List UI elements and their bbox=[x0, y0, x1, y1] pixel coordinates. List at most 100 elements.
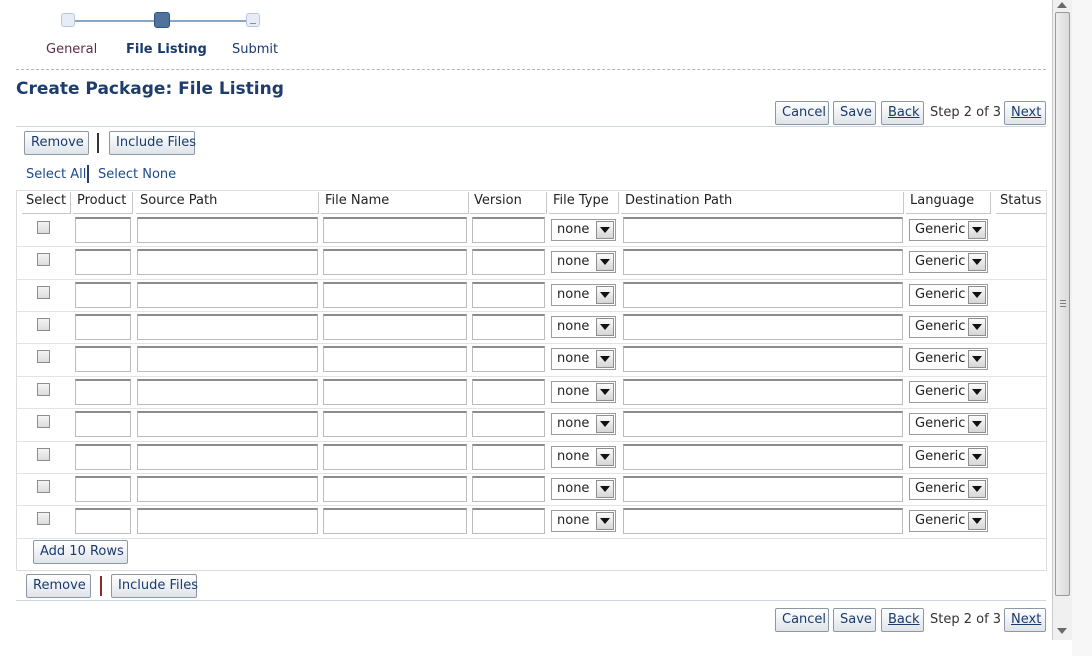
chevron-down-icon[interactable] bbox=[968, 480, 986, 498]
save-button-bottom[interactable]: Save bbox=[833, 608, 876, 632]
chevron-down-icon[interactable] bbox=[968, 512, 986, 530]
train-step-submit[interactable]: Submit bbox=[232, 42, 278, 57]
row-product-input[interactable] bbox=[75, 314, 131, 340]
row-version-input[interactable] bbox=[472, 508, 545, 534]
row-destination-path-input[interactable] bbox=[623, 346, 903, 372]
row-product-input[interactable] bbox=[75, 444, 131, 470]
row-destination-path-input[interactable] bbox=[623, 379, 903, 405]
train-step-submit-icon[interactable] bbox=[246, 13, 260, 27]
row-select-checkbox[interactable] bbox=[37, 286, 50, 299]
row-version-input[interactable] bbox=[472, 217, 545, 243]
chevron-down-icon[interactable] bbox=[596, 480, 614, 498]
select-none-link[interactable]: Select None bbox=[98, 167, 176, 182]
row-source-path-input[interactable] bbox=[137, 411, 318, 437]
chevron-down-icon[interactable] bbox=[968, 350, 986, 368]
cancel-button-bottom[interactable]: Cancel bbox=[775, 608, 829, 632]
row-language-select[interactable]: Generic bbox=[909, 381, 988, 403]
row-select-checkbox[interactable] bbox=[37, 415, 50, 428]
row-file-type-select[interactable]: none bbox=[551, 446, 616, 468]
chevron-down-icon[interactable] bbox=[968, 448, 986, 466]
arrow-up-icon[interactable] bbox=[1057, 2, 1067, 8]
include-files-button-top[interactable]: Include Files bbox=[109, 131, 196, 155]
row-version-input[interactable] bbox=[472, 249, 545, 275]
row-file-type-select[interactable]: none bbox=[551, 348, 616, 370]
row-destination-path-input[interactable] bbox=[623, 444, 903, 470]
row-destination-path-input[interactable] bbox=[623, 249, 903, 275]
row-select-checkbox[interactable] bbox=[37, 512, 50, 525]
save-button-top[interactable]: Save bbox=[833, 101, 876, 125]
row-destination-path-input[interactable] bbox=[623, 411, 903, 437]
arrow-down-icon[interactable] bbox=[1057, 628, 1067, 634]
row-select-checkbox[interactable] bbox=[37, 448, 50, 461]
row-file-name-input[interactable] bbox=[323, 314, 467, 340]
row-version-input[interactable] bbox=[472, 411, 545, 437]
row-file-type-select[interactable]: none bbox=[551, 219, 616, 241]
row-product-input[interactable] bbox=[75, 379, 131, 405]
row-language-select[interactable]: Generic bbox=[909, 413, 988, 435]
chevron-down-icon[interactable] bbox=[596, 350, 614, 368]
chevron-down-icon[interactable] bbox=[596, 221, 614, 239]
chevron-down-icon[interactable] bbox=[968, 286, 986, 304]
row-source-path-input[interactable] bbox=[137, 314, 318, 340]
row-version-input[interactable] bbox=[472, 314, 545, 340]
row-file-type-select[interactable]: none bbox=[551, 510, 616, 532]
chevron-down-icon[interactable] bbox=[968, 383, 986, 401]
remove-button-top[interactable]: Remove bbox=[24, 131, 89, 155]
row-source-path-input[interactable] bbox=[137, 508, 318, 534]
row-select-checkbox[interactable] bbox=[37, 480, 50, 493]
row-destination-path-input[interactable] bbox=[623, 314, 903, 340]
row-product-input[interactable] bbox=[75, 508, 131, 534]
row-file-name-input[interactable] bbox=[323, 282, 467, 308]
row-file-name-input[interactable] bbox=[323, 346, 467, 372]
row-file-type-select[interactable]: none bbox=[551, 284, 616, 306]
chevron-down-icon[interactable] bbox=[596, 415, 614, 433]
row-file-type-select[interactable]: none bbox=[551, 478, 616, 500]
cancel-button-top[interactable]: Cancel bbox=[775, 101, 829, 125]
chevron-down-icon[interactable] bbox=[968, 415, 986, 433]
row-version-input[interactable] bbox=[472, 282, 545, 308]
row-language-select[interactable]: Generic bbox=[909, 284, 988, 306]
add-10-rows-button[interactable]: Add 10 Rows bbox=[33, 540, 128, 564]
select-all-link[interactable]: Select All bbox=[26, 167, 86, 182]
row-file-type-select[interactable]: none bbox=[551, 251, 616, 273]
row-file-name-input[interactable] bbox=[323, 379, 467, 405]
row-product-input[interactable] bbox=[75, 411, 131, 437]
chevron-down-icon[interactable] bbox=[968, 221, 986, 239]
row-product-input[interactable] bbox=[75, 476, 131, 502]
row-file-name-input[interactable] bbox=[323, 217, 467, 243]
row-file-type-select[interactable]: none bbox=[551, 381, 616, 403]
chevron-down-icon[interactable] bbox=[596, 383, 614, 401]
row-version-input[interactable] bbox=[472, 379, 545, 405]
train-step-general-icon[interactable] bbox=[61, 13, 75, 27]
row-file-name-input[interactable] bbox=[323, 249, 467, 275]
row-language-select[interactable]: Generic bbox=[909, 348, 988, 370]
row-language-select[interactable]: Generic bbox=[909, 316, 988, 338]
chevron-down-icon[interactable] bbox=[596, 286, 614, 304]
row-language-select[interactable]: Generic bbox=[909, 446, 988, 468]
row-select-checkbox[interactable] bbox=[37, 318, 50, 331]
row-source-path-input[interactable] bbox=[137, 217, 318, 243]
next-button-bottom[interactable]: Next bbox=[1004, 608, 1046, 632]
vertical-scrollbar[interactable] bbox=[1052, 0, 1072, 640]
row-language-select[interactable]: Generic bbox=[909, 251, 988, 273]
row-file-type-select[interactable]: none bbox=[551, 413, 616, 435]
chevron-down-icon[interactable] bbox=[596, 448, 614, 466]
train-step-general[interactable]: General bbox=[46, 42, 97, 57]
chevron-down-icon[interactable] bbox=[596, 318, 614, 336]
row-source-path-input[interactable] bbox=[137, 282, 318, 308]
scrollbar-thumb[interactable] bbox=[1055, 12, 1070, 596]
row-version-input[interactable] bbox=[472, 476, 545, 502]
row-source-path-input[interactable] bbox=[137, 346, 318, 372]
row-file-name-input[interactable] bbox=[323, 476, 467, 502]
row-language-select[interactable]: Generic bbox=[909, 478, 988, 500]
row-destination-path-input[interactable] bbox=[623, 282, 903, 308]
row-product-input[interactable] bbox=[75, 217, 131, 243]
back-button-top[interactable]: Back bbox=[881, 101, 924, 125]
row-destination-path-input[interactable] bbox=[623, 217, 903, 243]
row-select-checkbox[interactable] bbox=[37, 221, 50, 234]
back-button-bottom[interactable]: Back bbox=[881, 608, 924, 632]
row-product-input[interactable] bbox=[75, 282, 131, 308]
row-source-path-input[interactable] bbox=[137, 379, 318, 405]
chevron-down-icon[interactable] bbox=[968, 253, 986, 271]
row-file-name-input[interactable] bbox=[323, 508, 467, 534]
